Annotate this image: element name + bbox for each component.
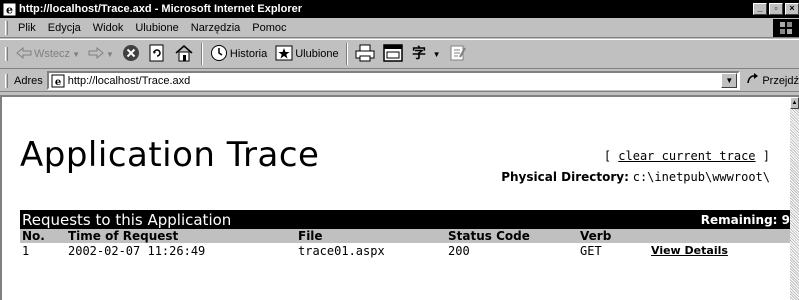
menu-plik[interactable]: Plik: [12, 22, 42, 34]
ie-icon: e: [2, 2, 16, 16]
cell-time: 2002-02-07 11:26:49: [68, 244, 206, 258]
encoding-dropdown-icon[interactable]: ▼: [433, 50, 441, 59]
toolbar-separator: [345, 43, 348, 65]
address-dropdown-button[interactable]: ▼: [721, 73, 738, 88]
physical-directory-label: Physical Directory:: [501, 170, 629, 184]
print-button[interactable]: [351, 42, 379, 66]
physical-directory: Physical Directory: c:\inetpub\wwwroot\: [501, 170, 770, 184]
go-arrow-icon: [746, 72, 760, 89]
history-label: Historia: [229, 48, 268, 60]
menu-narzedzia[interactable]: Narzędzia: [185, 22, 247, 34]
cell-file: trace01.aspx: [298, 244, 385, 258]
svg-text:e: e: [55, 77, 61, 88]
encoding-icon: 字: [411, 44, 431, 65]
column-header-file: File: [298, 229, 323, 243]
column-header-status: Status Code: [448, 229, 530, 243]
svg-text:e: e: [6, 3, 13, 16]
maximize-button[interactable]: ▫: [769, 3, 783, 15]
address-grip: [5, 73, 8, 88]
menu-bar: Plik Edycja Widok Ulubione Narzędzia Pom…: [0, 18, 799, 38]
toolbar: Wstecz ▼ ▼ Historia Ulubione 字 ▼: [0, 39, 799, 69]
encoding-button[interactable]: 字 ▼: [407, 42, 445, 66]
menu-pomoc[interactable]: Pomoc: [246, 22, 292, 34]
edit-page-icon: [449, 44, 467, 65]
forward-dropdown-icon[interactable]: ▼: [106, 50, 114, 59]
clear-trace-line: [ clear current trace ]: [604, 149, 770, 163]
window-title-bar: e http://localhost/Trace.axd - Microsoft…: [0, 0, 799, 18]
stop-button[interactable]: [118, 42, 144, 66]
toolbar-separator: [200, 43, 203, 65]
forward-arrow-icon: [88, 46, 104, 62]
window-icon: [382, 43, 403, 65]
address-bar: Adres e http://localhost/Trace.axd ▼ Prz…: [0, 70, 799, 92]
fullscreen-button[interactable]: [379, 42, 407, 66]
column-header-time: Time of Request: [68, 229, 179, 243]
vertical-scrollbar[interactable]: ▲: [790, 95, 799, 300]
history-button[interactable]: Historia: [206, 42, 271, 66]
forward-button[interactable]: ▼: [84, 42, 118, 66]
menu-edycja[interactable]: Edycja: [42, 22, 87, 34]
favorites-label: Ulubione: [295, 48, 339, 60]
back-dropdown-icon[interactable]: ▼: [72, 50, 80, 59]
table-header: No. Time of Request File Status Code Ver…: [20, 229, 790, 243]
column-header-no: No.: [22, 229, 45, 243]
clear-open-bracket: [: [603, 149, 619, 163]
clear-close-bracket: ]: [755, 149, 770, 163]
requests-header: Requests to this Application Remaining: …: [20, 210, 790, 229]
physical-directory-path: c:\inetpub\wwwroot\: [632, 170, 770, 184]
cell-verb: GET: [580, 244, 602, 258]
close-button[interactable]: ×: [785, 3, 799, 15]
minimize-button[interactable]: _: [753, 3, 767, 15]
back-arrow-icon: [16, 46, 32, 62]
windows-logo-icon: [773, 18, 799, 37]
clear-trace-link[interactable]: clear current trace: [618, 149, 755, 163]
address-url: http://localhost/Trace.axd: [67, 74, 191, 87]
scroll-up-button[interactable]: ▲: [790, 97, 799, 109]
favorites-icon: [275, 45, 293, 64]
favorites-button[interactable]: Ulubione: [271, 42, 342, 66]
table-row: 1 2002-02-07 11:26:49 trace01.aspx 200 G…: [20, 243, 790, 259]
go-label: Przejdź: [762, 74, 799, 87]
back-label: Wstecz: [34, 48, 71, 60]
page-title: Application Trace: [20, 135, 320, 175]
cell-no: 1: [22, 244, 30, 258]
view-details-link[interactable]: View Details: [651, 244, 728, 257]
requests-heading: Requests to this Application: [22, 210, 232, 229]
menu-widok[interactable]: Widok: [87, 22, 130, 34]
printer-icon: [355, 44, 375, 65]
refresh-button[interactable]: [144, 42, 170, 66]
window-title: http://localhost/Trace.axd - Microsoft I…: [19, 3, 302, 15]
column-header-verb: Verb: [580, 229, 612, 243]
home-icon: [174, 44, 194, 65]
address-input[interactable]: e http://localhost/Trace.axd ▼: [46, 71, 741, 90]
history-icon: [210, 44, 228, 65]
remaining-count: Remaining: 9: [700, 212, 790, 227]
menu-ulubione[interactable]: Ulubione: [129, 22, 184, 34]
go-button[interactable]: Przejdź: [746, 72, 799, 89]
back-button[interactable]: Wstecz ▼: [12, 42, 84, 66]
home-button[interactable]: [170, 42, 198, 66]
menu-grip: [5, 20, 8, 35]
toolbar-grip: [5, 47, 8, 61]
address-label: Adres: [14, 74, 43, 87]
svg-text:字: 字: [412, 45, 426, 62]
cell-status: 200: [448, 244, 470, 258]
stop-icon: [122, 44, 140, 65]
refresh-icon: [148, 44, 166, 65]
edit-button[interactable]: [445, 42, 471, 66]
page-content: Application Trace [ clear current trace …: [0, 95, 790, 300]
page-icon: e: [51, 74, 65, 88]
